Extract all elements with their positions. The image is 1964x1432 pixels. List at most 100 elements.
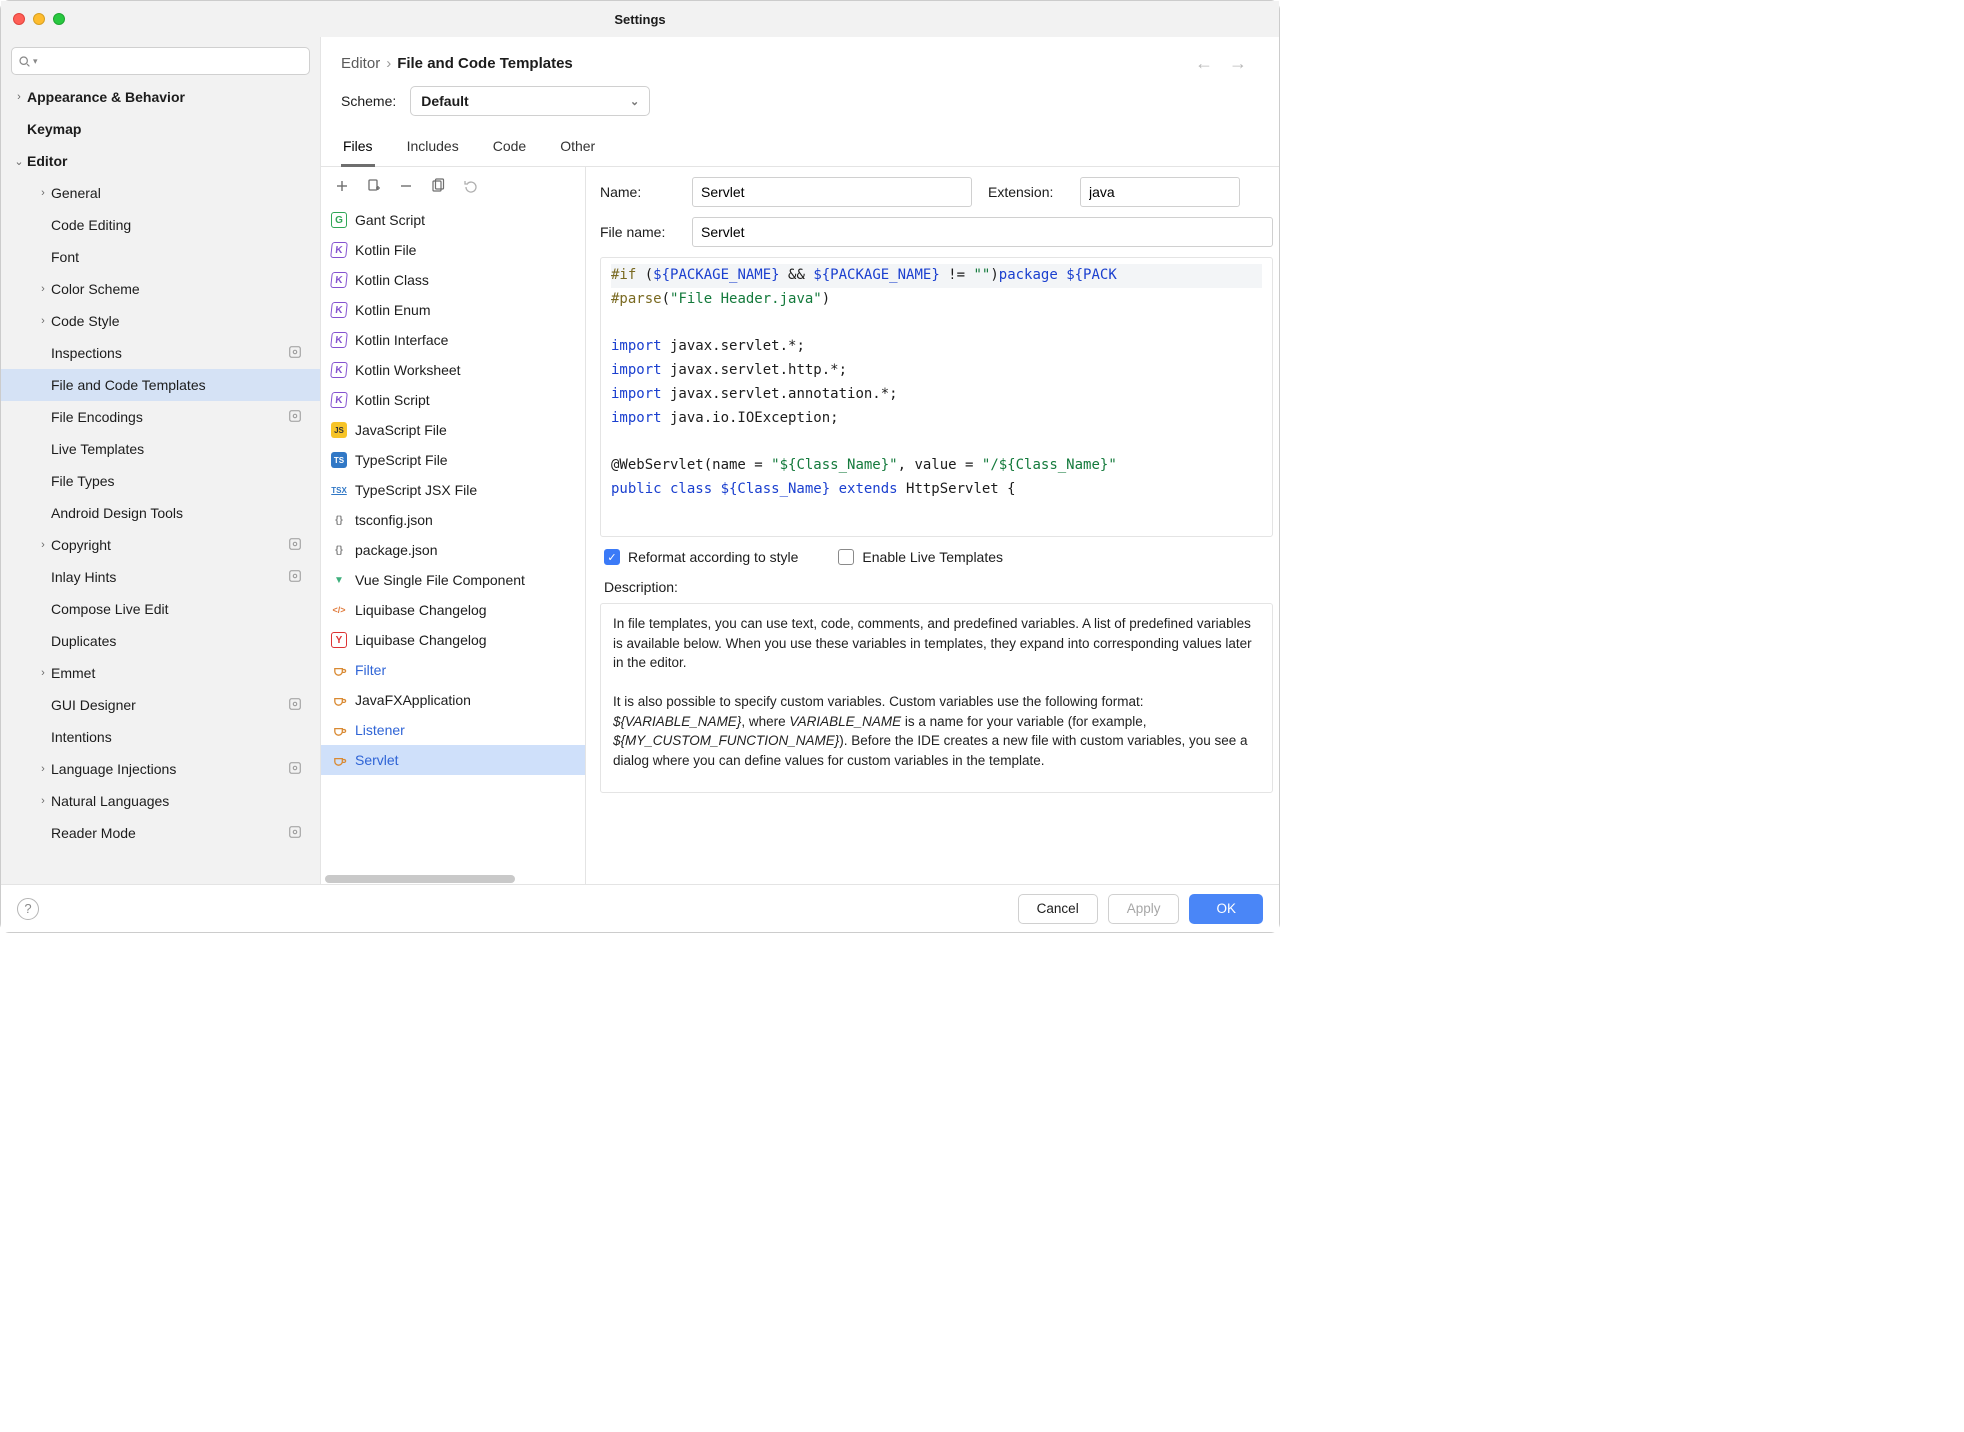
template-item-filter[interactable]: Filter [321,655,585,685]
template-item-kotlin-worksheet[interactable]: KKotlin Worksheet [321,355,585,385]
chevron-right-icon: › [35,315,51,327]
chevron-right-icon: › [35,667,51,679]
template-item-tsconfig-json[interactable]: {}tsconfig.json [321,505,585,535]
sidebar-item-editor[interactable]: ⌄Editor [1,145,320,177]
template-item-typescript-file[interactable]: TSTypeScript File [321,445,585,475]
search-dropdown-icon: ▾ [33,56,38,67]
template-extension-input[interactable] [1080,177,1240,207]
sidebar-item-file-encodings[interactable]: File Encodings [1,401,320,433]
sidebar-item-duplicates[interactable]: Duplicates [1,625,320,657]
template-filename-input[interactable] [692,217,1273,247]
sidebar-item-inlay-hints[interactable]: Inlay Hints [1,561,320,593]
cancel-button[interactable]: Cancel [1018,894,1098,924]
revert-template-icon[interactable] [461,177,479,195]
add-template-icon[interactable] [333,177,351,195]
chevron-right-icon: › [35,283,51,295]
sidebar-item-label: Natural Languages [51,793,169,809]
project-settings-icon [288,697,302,714]
reformat-checkbox[interactable]: ✓ Reformat according to style [604,549,798,565]
sidebar-item-color-scheme[interactable]: ›Color Scheme [1,273,320,305]
tab-files[interactable]: Files [341,130,375,167]
settings-tree[interactable]: ›Appearance & BehaviorKeymap⌄Editor›Gene… [1,81,320,884]
nav-back-icon[interactable]: ← [1195,53,1213,74]
filename-label: File name: [600,224,682,240]
hscrollbar[interactable] [321,874,585,884]
name-label: Name: [600,184,682,200]
sidebar-item-appearance-behavior[interactable]: ›Appearance & Behavior [1,81,320,113]
scheme-value: Default [421,93,468,109]
template-item-kotlin-class[interactable]: KKotlin Class [321,265,585,295]
help-icon[interactable]: ? [17,898,39,920]
template-item-label: Liquibase Changelog [355,602,487,618]
template-name-input[interactable] [692,177,972,207]
sidebar-item-compose-live-edit[interactable]: Compose Live Edit [1,593,320,625]
sidebar-item-copyright[interactable]: ›Copyright [1,529,320,561]
sidebar-item-gui-designer[interactable]: GUI Designer [1,689,320,721]
sidebar-item-emmet[interactable]: ›Emmet [1,657,320,689]
sidebar-item-inspections[interactable]: Inspections [1,337,320,369]
remove-template-icon[interactable] [397,177,415,195]
add-from-template-icon[interactable] [365,177,383,195]
template-item-label: Liquibase Changelog [355,632,487,648]
sidebar-item-natural-languages[interactable]: ›Natural Languages [1,785,320,817]
template-item-servlet[interactable]: Servlet [321,745,585,775]
template-item-kotlin-script[interactable]: KKotlin Script [321,385,585,415]
project-settings-icon [288,537,302,554]
settings-search-input[interactable] [42,53,303,70]
template-item-label: Kotlin Class [355,272,429,288]
java-cup-icon [331,722,347,738]
checkbox-empty-icon [838,549,854,565]
tab-includes[interactable]: Includes [405,130,461,166]
sidebar-item-intentions[interactable]: Intentions [1,721,320,753]
template-item-label: Listener [355,722,405,738]
template-item-kotlin-interface[interactable]: KKotlin Interface [321,325,585,355]
sidebar-item-keymap[interactable]: Keymap [1,113,320,145]
kotlin-icon: K [330,362,348,378]
template-item-gant-script[interactable]: GGant Script [321,205,585,235]
chevron-down-icon: ⌄ [630,95,639,108]
tab-code[interactable]: Code [491,130,528,166]
scheme-select[interactable]: Default ⌄ [410,86,650,116]
template-item-package-json[interactable]: {}package.json [321,535,585,565]
settings-search[interactable]: ▾ [11,47,310,75]
template-item-kotlin-enum[interactable]: KKotlin Enum [321,295,585,325]
description-label: Description: [604,579,1269,595]
scheme-label: Scheme: [341,93,396,109]
sidebar-item-font[interactable]: Font [1,241,320,273]
template-code-editor[interactable]: #if (${PACKAGE_NAME} && ${PACKAGE_NAME} … [600,257,1273,537]
template-item-liquibase-changelog[interactable]: YLiquibase Changelog [321,625,585,655]
titlebar: Settings [1,1,1279,37]
template-item-label: Servlet [355,752,399,768]
sidebar-item-label: Code Editing [51,217,131,233]
sidebar-item-reader-mode[interactable]: Reader Mode [1,817,320,849]
copy-template-icon[interactable] [429,177,447,195]
sidebar-item-general[interactable]: ›General [1,177,320,209]
live-templates-checkbox[interactable]: Enable Live Templates [838,549,1003,565]
sidebar-item-code-style[interactable]: ›Code Style [1,305,320,337]
breadcrumb-parent[interactable]: Editor [341,55,380,72]
sidebar-item-live-templates[interactable]: Live Templates [1,433,320,465]
java-cup-icon [331,692,347,708]
apply-button[interactable]: Apply [1108,894,1180,924]
sidebar-item-file-and-code-templates[interactable]: File and Code Templates [1,369,320,401]
template-item-javascript-file[interactable]: JSJavaScript File [321,415,585,445]
template-item-listener[interactable]: Listener [321,715,585,745]
sidebar-item-label: Inlay Hints [51,569,116,585]
chevron-right-icon: › [35,187,51,199]
description-box[interactable]: In file templates, you can use text, cod… [600,603,1273,793]
template-item-vue-single-file-component[interactable]: ▼Vue Single File Component [321,565,585,595]
sidebar-item-label: General [51,185,101,201]
tab-other[interactable]: Other [558,130,597,166]
sidebar-item-android-design-tools[interactable]: Android Design Tools [1,497,320,529]
template-item-typescript-jsx-file[interactable]: TSXTypeScript JSX File [321,475,585,505]
template-list[interactable]: GGant ScriptKKotlin FileKKotlin ClassKKo… [321,205,585,874]
sidebar-item-language-injections[interactable]: ›Language Injections [1,753,320,785]
template-item-liquibase-changelog[interactable]: </>Liquibase Changelog [321,595,585,625]
template-item-kotlin-file[interactable]: KKotlin File [321,235,585,265]
ok-button[interactable]: OK [1189,894,1263,924]
sidebar-item-code-editing[interactable]: Code Editing [1,209,320,241]
template-item-javafxapplication[interactable]: JavaFXApplication [321,685,585,715]
nav-forward-icon[interactable]: → [1229,53,1247,74]
template-item-label: Filter [355,662,386,678]
sidebar-item-file-types[interactable]: File Types [1,465,320,497]
